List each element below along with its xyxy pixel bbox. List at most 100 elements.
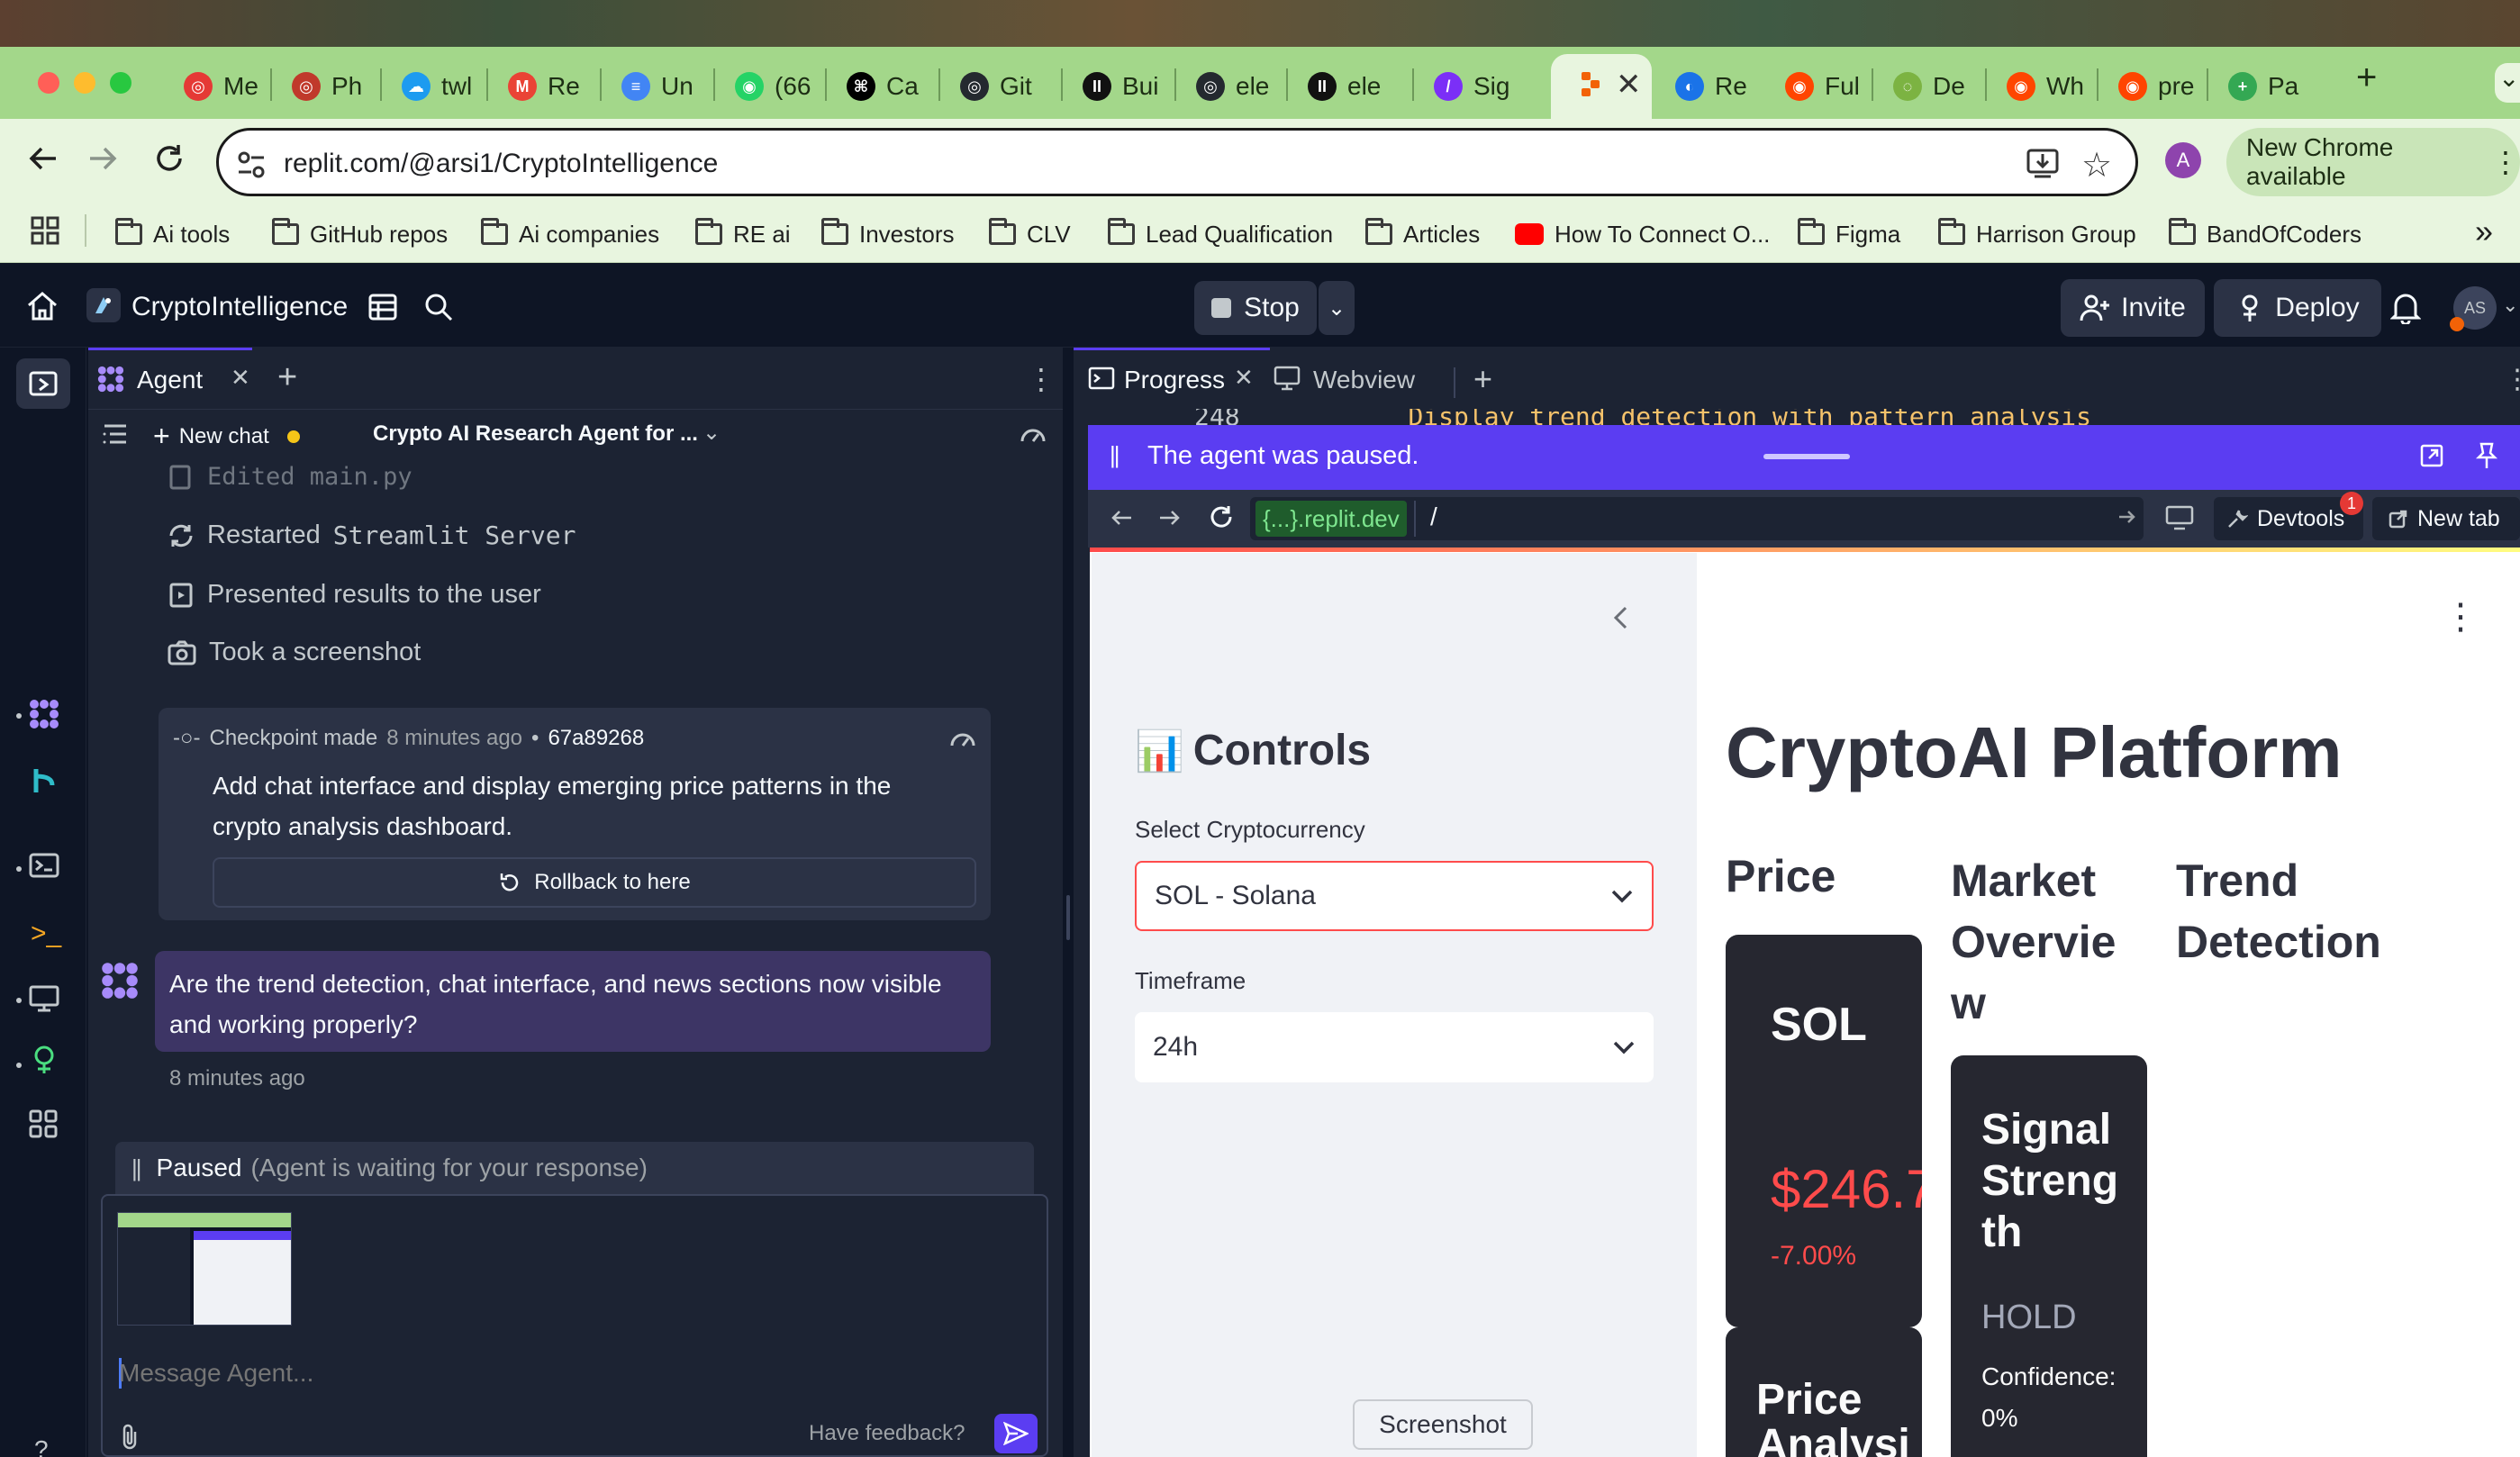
browser-tab[interactable]: ≡ Un xyxy=(614,59,693,113)
add-tab-icon[interactable]: + xyxy=(277,358,297,397)
window-minimize-button[interactable] xyxy=(74,72,95,94)
tab-search-icon[interactable]: ⌄ xyxy=(2495,63,2520,103)
home-icon[interactable] xyxy=(25,290,59,322)
bookmark-item[interactable]: Ai tools xyxy=(115,213,230,256)
site-info-icon[interactable] xyxy=(235,149,267,181)
forward-icon[interactable] xyxy=(85,140,121,176)
browser-tab[interactable]: ◉ (66 xyxy=(728,59,811,113)
bookmark-item[interactable]: CLV xyxy=(989,213,1071,256)
apps-grid-icon[interactable] xyxy=(31,216,59,245)
bookmark-item[interactable]: Investors xyxy=(821,213,955,256)
message-input[interactable] xyxy=(119,1351,929,1396)
webview-tab-label[interactable]: Webview xyxy=(1313,366,1415,394)
active-tab[interactable]: ✕ xyxy=(1551,54,1652,122)
deployments-tool-icon[interactable] xyxy=(29,1045,59,1075)
search-icon[interactable] xyxy=(423,292,454,322)
browser-tab[interactable]: ◉ Ful xyxy=(1778,59,1860,113)
chat-title-chevron-icon[interactable]: ⌄ xyxy=(703,420,721,446)
webview-forward-icon[interactable] xyxy=(1156,504,1183,531)
go-arrow-icon[interactable] xyxy=(2117,506,2138,528)
agent-menu-icon[interactable]: ⋮ xyxy=(1027,362,1056,396)
browser-tab[interactable]: ⌘ Ca xyxy=(839,59,919,113)
invite-button[interactable]: Invite xyxy=(2061,279,2205,337)
profile-avatar[interactable]: A xyxy=(2165,142,2201,178)
browser-tab[interactable]: M Re xyxy=(501,59,580,113)
deploy-button[interactable]: Deploy xyxy=(2214,279,2381,337)
browser-tab[interactable]: II ele xyxy=(1301,59,1381,113)
close-tab-icon[interactable]: ✕ xyxy=(1616,67,1642,103)
more-menu-icon[interactable]: ⋮ xyxy=(2491,145,2520,179)
browser-tab[interactable]: ◉ Wh xyxy=(1999,59,2084,113)
bookmark-item[interactable]: RE ai xyxy=(695,213,791,256)
toggle-sidebar-icon[interactable] xyxy=(16,358,70,409)
app-main-menu-icon[interactable]: ⋮ xyxy=(2443,596,2479,638)
window-close-button[interactable] xyxy=(38,72,59,94)
add-workspace-tab-icon[interactable]: + xyxy=(1473,360,1492,398)
browser-tab[interactable]: ☁ twl xyxy=(394,59,472,113)
new-chrome-available-button[interactable]: New Chrome available ⋮ xyxy=(2226,128,2520,196)
agent-tool-icon[interactable] xyxy=(29,699,59,729)
new-tab-button[interactable]: + xyxy=(2356,58,2377,98)
open-external-icon[interactable] xyxy=(2419,443,2444,468)
bookmark-item[interactable]: Articles xyxy=(1365,213,1480,256)
timeframe-select[interactable]: 24h xyxy=(1135,1012,1654,1082)
rollback-button[interactable]: Rollback to here xyxy=(213,857,976,908)
browser-tab[interactable]: / Sig xyxy=(1427,59,1509,113)
webview-back-icon[interactable] xyxy=(1108,504,1135,531)
install-app-icon[interactable] xyxy=(2026,147,2060,179)
bookmark-item[interactable]: Figma xyxy=(1798,213,1900,256)
bookmark-star-icon[interactable]: ☆ xyxy=(2081,145,2112,186)
webview-tab-icon[interactable] xyxy=(1274,366,1301,391)
browser-tab[interactable]: II Bui xyxy=(1075,59,1158,113)
workspace-menu-icon[interactable]: ⋮ xyxy=(2504,364,2520,395)
window-zoom-button[interactable] xyxy=(110,72,131,94)
bookmark-item[interactable]: GitHub repos xyxy=(272,213,448,256)
close-progress-tab-icon[interactable]: ✕ xyxy=(1234,364,1254,392)
browser-tab[interactable]: + Pa xyxy=(2221,59,2298,113)
checkpoint-hash[interactable]: 67a89268 xyxy=(548,726,644,751)
chat-title[interactable]: Crypto AI Research Agent for ... xyxy=(373,421,698,447)
splitter-handle[interactable] xyxy=(1066,895,1070,940)
checkpoint-gauge-icon[interactable] xyxy=(949,726,976,749)
address-bar[interactable]: replit.com/@arsi1/CryptoIntelligence ☆ xyxy=(216,128,2138,196)
notifications-bell-icon[interactable] xyxy=(2390,292,2421,324)
new-chat-button[interactable]: + New chat xyxy=(153,420,300,453)
bookmark-item[interactable]: How To Connect O... xyxy=(1515,213,1770,256)
collapse-sidebar-icon[interactable] xyxy=(1609,603,1634,632)
reload-icon[interactable] xyxy=(151,140,187,176)
browser-tab[interactable]: ◉ pre xyxy=(2111,59,2194,113)
browser-tab[interactable]: ◎ Ph xyxy=(285,59,362,113)
shell-tool-icon[interactable]: >_ xyxy=(31,919,61,949)
all-tools-grid-icon[interactable] xyxy=(29,1109,58,1138)
bookmark-item[interactable]: BandOfCoders xyxy=(2169,213,2361,256)
browser-tab[interactable]: ◌ De xyxy=(1886,59,1965,113)
git-tool-icon[interactable] xyxy=(31,765,58,796)
browser-tab[interactable]: ◎ ele xyxy=(1189,59,1269,113)
browser-tab[interactable]: ◎ Me xyxy=(177,59,258,113)
files-panel-icon[interactable] xyxy=(367,292,398,322)
project-name[interactable]: CryptoIntelligence xyxy=(131,292,348,322)
banner-drag-handle[interactable] xyxy=(1763,454,1850,459)
browser-tab[interactable]: ◎ Git xyxy=(953,59,1032,113)
bookmark-item[interactable]: Lead Qualification xyxy=(1108,213,1333,256)
webview-reload-icon[interactable] xyxy=(1207,502,1236,531)
crypto-select[interactable]: SOL - Solana xyxy=(1135,861,1654,931)
chat-list-icon[interactable] xyxy=(103,423,128,445)
device-preview-icon[interactable] xyxy=(2165,504,2194,531)
screenshot-attachment-thumbnail[interactable] xyxy=(117,1212,292,1326)
browser-tab[interactable]: ◐ Re xyxy=(1668,59,1747,113)
bookmark-item[interactable]: Ai companies xyxy=(481,213,659,256)
avatar-menu-chevron-icon[interactable]: ⌄ xyxy=(2502,294,2518,317)
speed-gauge-icon[interactable] xyxy=(1020,421,1047,445)
run-options-chevron-icon[interactable]: ⌄ xyxy=(1319,281,1355,335)
webview-tool-icon[interactable] xyxy=(29,985,59,1012)
attach-file-icon[interactable] xyxy=(119,1423,141,1452)
console-tool-icon[interactable] xyxy=(29,852,59,879)
back-icon[interactable] xyxy=(25,140,61,176)
pin-icon[interactable] xyxy=(2475,441,2498,470)
bookmark-item[interactable]: Harrison Group xyxy=(1938,213,2136,256)
stop-button[interactable]: Stop xyxy=(1194,281,1317,335)
help-icon[interactable]: ? xyxy=(34,1435,49,1457)
feedback-link[interactable]: Have feedback? xyxy=(809,1421,965,1446)
new-tab-button-webview[interactable]: New tab xyxy=(2372,497,2520,540)
